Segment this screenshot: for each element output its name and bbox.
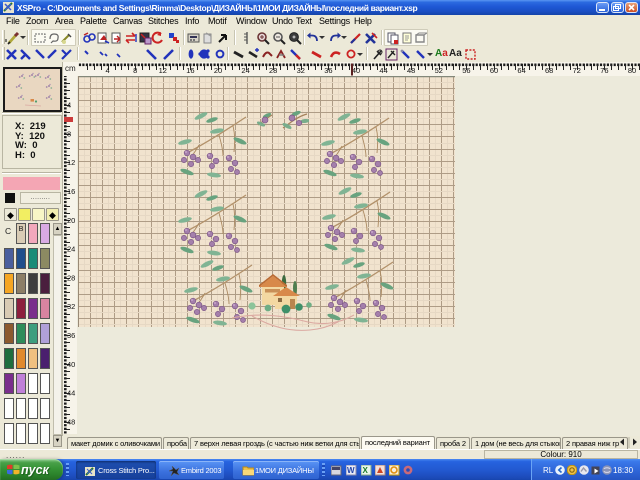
svg-text:20: 20 [214, 66, 222, 75]
svg-text:68: 68 [545, 66, 553, 75]
svg-text:28: 28 [269, 66, 277, 75]
svg-text:20: 20 [67, 216, 75, 225]
svg-text:32: 32 [297, 66, 305, 75]
svg-text:48: 48 [407, 66, 415, 75]
svg-text:8: 8 [133, 66, 137, 75]
svg-text:X: X [363, 466, 369, 475]
svg-text:36: 36 [324, 66, 332, 75]
svg-text:8: 8 [67, 129, 71, 138]
svg-text:32: 32 [67, 302, 75, 311]
svg-text:44: 44 [67, 389, 75, 398]
svg-text:52: 52 [435, 66, 443, 75]
svg-text:40: 40 [67, 360, 75, 369]
svg-text:12: 12 [159, 66, 167, 75]
svg-text:80: 80 [628, 66, 636, 75]
svg-text:48: 48 [67, 417, 75, 426]
svg-text:W: W [347, 466, 355, 475]
svg-text:72: 72 [573, 66, 581, 75]
svg-text:64: 64 [517, 66, 525, 75]
svg-text:76: 76 [600, 66, 608, 75]
svg-text:56: 56 [462, 66, 470, 75]
svg-text:24: 24 [67, 245, 75, 254]
svg-text:4: 4 [106, 66, 110, 75]
svg-text:16: 16 [67, 187, 75, 196]
svg-text:4: 4 [67, 101, 71, 110]
svg-text:36: 36 [67, 331, 75, 340]
svg-text:16: 16 [186, 66, 194, 75]
svg-text:40: 40 [352, 66, 360, 75]
svg-text:28: 28 [67, 273, 75, 282]
svg-text:24: 24 [241, 66, 249, 75]
svg-text:60: 60 [490, 66, 498, 75]
svg-text:44: 44 [379, 66, 387, 75]
svg-text:12: 12 [67, 158, 75, 167]
